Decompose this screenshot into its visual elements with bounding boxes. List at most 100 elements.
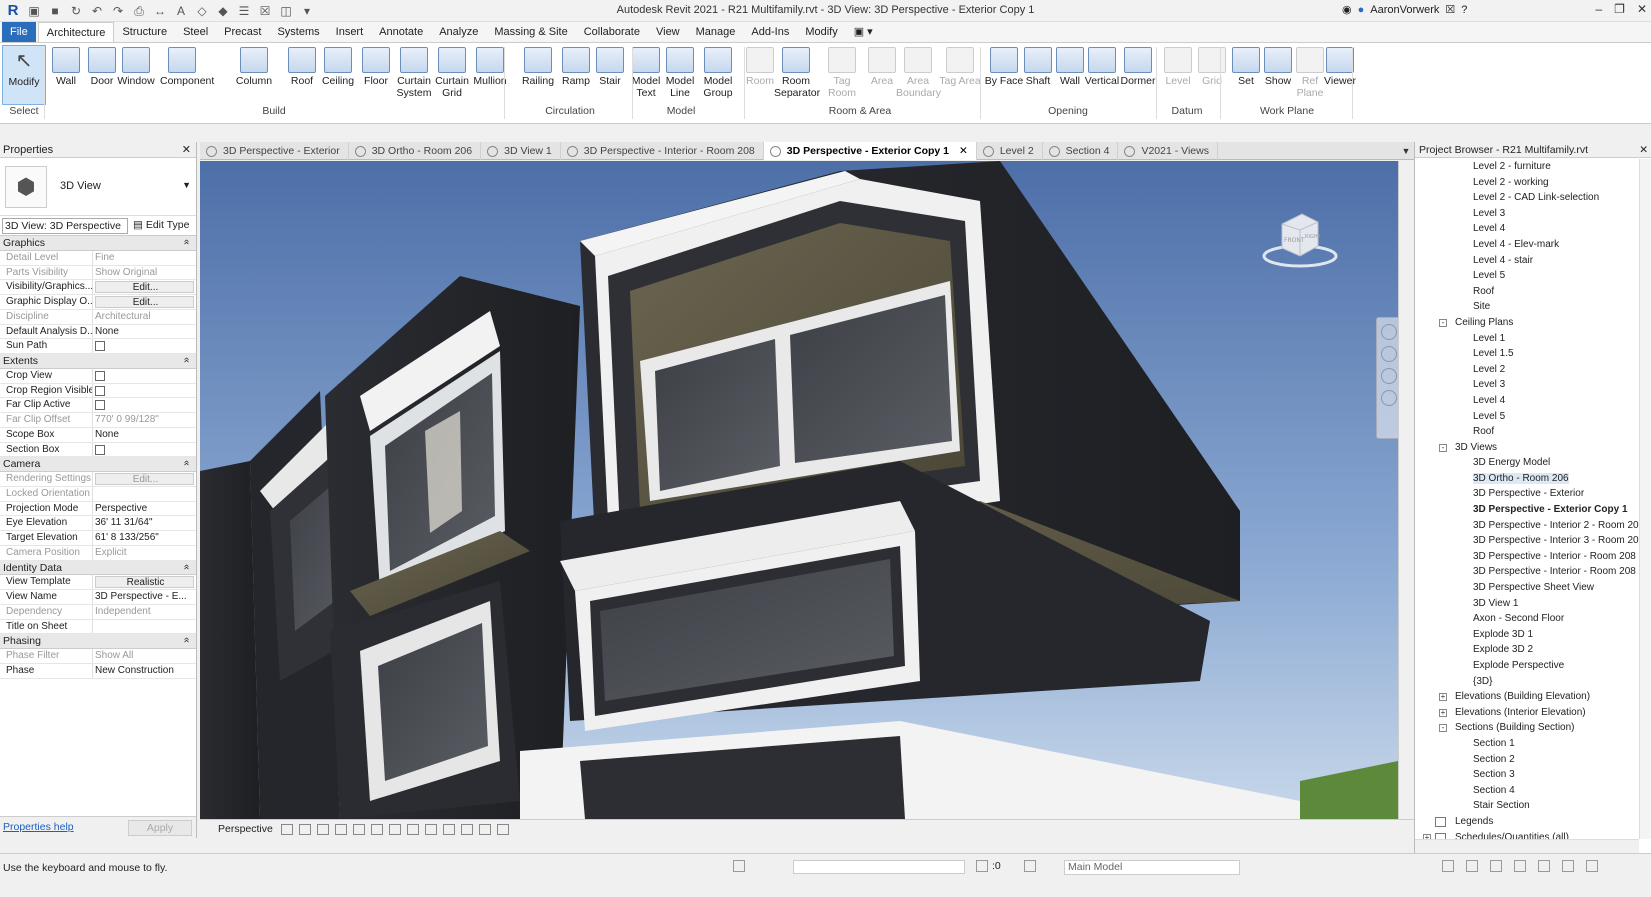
browser-view-item[interactable]: Level 2 - CAD Link-selection bbox=[1415, 190, 1639, 206]
browser-category[interactable]: + Schedules/Quantities (all) bbox=[1415, 830, 1639, 839]
show-crop-icon[interactable] bbox=[388, 823, 401, 835]
expand-icon[interactable]: + bbox=[1439, 693, 1447, 702]
close-icon[interactable]: ✕ bbox=[1639, 142, 1648, 158]
property-edit-button[interactable]: Edit... bbox=[95, 296, 194, 308]
viewcube-right-label[interactable]: RIGHT bbox=[1305, 234, 1322, 240]
property-section-graphics[interactable]: Graphics bbox=[0, 236, 196, 251]
select-underlay-icon[interactable] bbox=[1466, 860, 1478, 872]
ribbon-tab-collaborate[interactable]: Collaborate bbox=[576, 22, 648, 42]
fly-icon[interactable] bbox=[1381, 390, 1397, 406]
ribbon-group-room-area[interactable]: Room & Area bbox=[740, 105, 980, 117]
browser-horizontal-scrollbar[interactable] bbox=[1415, 839, 1639, 853]
property-section-identity-data[interactable]: Identity Data bbox=[0, 560, 196, 576]
browser-view-item[interactable]: Level 1.5 bbox=[1415, 346, 1639, 362]
worksets-icon[interactable] bbox=[733, 860, 745, 872]
restore-icon[interactable]: ❐ bbox=[1614, 2, 1625, 16]
design-options-icon[interactable] bbox=[1024, 860, 1036, 872]
edit-type-button[interactable]: ▤ Edit Type bbox=[133, 219, 189, 231]
ribbon-tab-analyze[interactable]: Analyze bbox=[431, 22, 486, 42]
active-workset-dropdown[interactable] bbox=[793, 860, 965, 874]
view-tab[interactable]: Section 4 bbox=[1043, 142, 1119, 160]
property-section-extents[interactable]: Extents bbox=[0, 354, 196, 369]
tab-overflow-icon[interactable]: ▼ bbox=[1398, 143, 1414, 160]
filter-icon[interactable] bbox=[1586, 860, 1598, 872]
design-option-dropdown[interactable]: Main Model bbox=[1064, 860, 1240, 875]
instance-dropdown[interactable]: 3D View: 3D Perspective bbox=[2, 218, 128, 234]
browser-view-item[interactable]: 3D Perspective - Interior - Room 208 bbox=[1415, 549, 1639, 565]
browser-view-item[interactable]: Level 4 bbox=[1415, 221, 1639, 237]
ribbon-button-area-boundary[interactable]: Area Boundary bbox=[896, 45, 941, 105]
ribbon-tab-file[interactable]: File bbox=[2, 22, 36, 42]
shadows-icon[interactable] bbox=[334, 823, 347, 835]
ribbon-tab-structure[interactable]: Structure bbox=[114, 22, 175, 42]
property-section-phasing[interactable]: Phasing bbox=[0, 634, 196, 649]
property-checkbox[interactable] bbox=[93, 398, 196, 412]
help-icon[interactable]: ? bbox=[1461, 4, 1467, 16]
drag-elements-icon[interactable] bbox=[1538, 860, 1550, 872]
checkbox[interactable] bbox=[95, 444, 105, 455]
browser-view-item[interactable]: Level 2 - working bbox=[1415, 175, 1639, 191]
sun-path-icon[interactable] bbox=[316, 823, 329, 835]
temporary-hide-icon[interactable] bbox=[424, 823, 437, 835]
property-value[interactable]: Perspective bbox=[93, 502, 196, 516]
close-icon[interactable]: ✕ bbox=[182, 142, 191, 158]
browser-view-item[interactable]: 3D Perspective - Exterior bbox=[1415, 486, 1639, 502]
steering-wheel-icon[interactable] bbox=[1381, 324, 1397, 340]
property-value[interactable]: 3D Perspective - E... bbox=[93, 590, 196, 604]
checkbox[interactable] bbox=[95, 400, 105, 411]
browser-view-item[interactable]: Section 3 bbox=[1415, 767, 1639, 783]
browser-view-item[interactable]: Explode 3D 1 bbox=[1415, 627, 1639, 643]
ribbon-tab-annotate[interactable]: Annotate bbox=[371, 22, 431, 42]
property-value[interactable]: 36' 11 31/64" bbox=[93, 516, 196, 530]
browser-view-item[interactable]: {3D} bbox=[1415, 674, 1639, 690]
ribbon-group-select[interactable]: Select bbox=[4, 105, 44, 117]
checkbox[interactable] bbox=[95, 341, 105, 352]
type-selector[interactable]: ⬢ 3D View ▼ bbox=[0, 158, 196, 216]
browser-view-item[interactable]: Section 2 bbox=[1415, 752, 1639, 768]
browser-view-item[interactable]: Level 5 bbox=[1415, 268, 1639, 284]
worksharing-display-icon[interactable] bbox=[460, 823, 473, 835]
ribbon-tab-precast[interactable]: Precast bbox=[216, 22, 269, 42]
editable-only-icon[interactable] bbox=[976, 860, 988, 872]
view-tab[interactable]: V2021 - Views bbox=[1118, 142, 1218, 160]
select-pinned-icon[interactable] bbox=[1490, 860, 1502, 872]
browser-category[interactable]: Legends bbox=[1415, 814, 1639, 830]
property-checkbox[interactable] bbox=[93, 443, 196, 457]
browser-view-item[interactable]: 3D Perspective - Interior 3 - Room 20 bbox=[1415, 533, 1639, 549]
select-by-face-icon[interactable] bbox=[1514, 860, 1526, 872]
browser-view-item[interactable]: Level 4 - stair bbox=[1415, 253, 1639, 269]
view-tab[interactable]: Level 2 bbox=[977, 142, 1043, 160]
render-icon[interactable] bbox=[352, 823, 365, 835]
browser-view-item[interactable]: Roof bbox=[1415, 424, 1639, 440]
checkbox[interactable] bbox=[95, 385, 105, 396]
browser-view-item[interactable]: Axon - Second Floor bbox=[1415, 611, 1639, 627]
ribbon-button-component[interactable]: Component bbox=[160, 45, 214, 105]
ribbon-button-tag-area[interactable]: Tag Area bbox=[938, 45, 982, 105]
view-mode[interactable]: Perspective bbox=[200, 823, 281, 835]
ribbon-tab-add-ins[interactable]: Add-Ins bbox=[743, 22, 797, 42]
property-section-camera[interactable]: Camera bbox=[0, 457, 196, 472]
browser-view-item[interactable]: Level 2 - furniture bbox=[1415, 159, 1639, 175]
browser-category[interactable]: - Ceiling Plans bbox=[1415, 315, 1639, 331]
collapse-icon[interactable]: - bbox=[1439, 443, 1447, 452]
property-value[interactable]: None bbox=[93, 325, 196, 339]
browser-view-item[interactable]: Stair Section bbox=[1415, 798, 1639, 814]
browser-category[interactable]: - Sections (Building Section) bbox=[1415, 720, 1639, 736]
detail-level-icon[interactable] bbox=[280, 823, 293, 835]
browser-view-item[interactable]: 3D Perspective Sheet View bbox=[1415, 580, 1639, 596]
collapse-icon[interactable]: - bbox=[1439, 724, 1447, 733]
ribbon-button-model-group[interactable]: Model Group bbox=[696, 45, 740, 105]
browser-view-item[interactable]: Level 4 bbox=[1415, 393, 1639, 409]
ribbon-tab-insert[interactable]: Insert bbox=[328, 22, 372, 42]
collapse-icon[interactable]: - bbox=[1439, 318, 1447, 327]
walk-icon[interactable] bbox=[1381, 368, 1397, 384]
3d-viewport[interactable] bbox=[200, 161, 1398, 819]
viewcube[interactable]: FRONT RIGHT bbox=[1260, 204, 1340, 274]
cart-icon[interactable]: ☒ bbox=[1445, 3, 1455, 16]
browser-view-item[interactable]: 3D Perspective - Interior 2 - Room 20 bbox=[1415, 518, 1639, 534]
contextual-tab-dropdown-icon[interactable]: ▣ ▾ bbox=[846, 22, 881, 42]
reveal-hidden-icon[interactable] bbox=[442, 823, 455, 835]
property-value[interactable] bbox=[93, 620, 196, 634]
ribbon-button-window[interactable]: Window bbox=[114, 45, 158, 105]
browser-category[interactable]: -3D Views bbox=[1415, 440, 1639, 456]
